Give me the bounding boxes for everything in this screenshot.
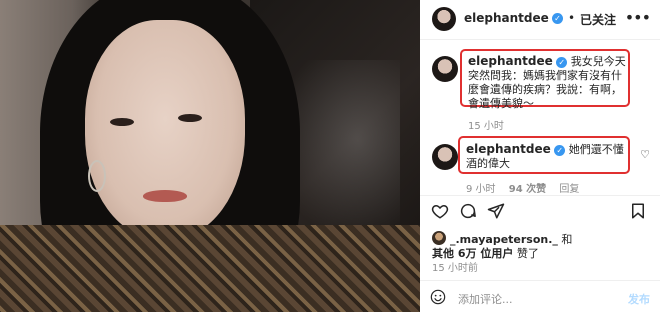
reply-button[interactable]: 回复 [559,184,579,195]
post-header: elephantdee ✓ • 已关注 ••• [420,0,660,40]
post-actions [420,198,660,224]
photo-eye-left [110,118,134,126]
comment-likes[interactable]: 94 次赞 [509,184,546,195]
photo-earring [88,160,106,192]
heart-icon [431,204,449,219]
share-button[interactable] [486,201,506,221]
comment-text: elephantdee ✓ 我女兒今天突然問我：媽媽我們家有沒有什麼會遺傳的疾病… [468,54,628,111]
comment-button[interactable] [458,201,478,221]
likes-and: 和 [561,233,573,246]
save-button[interactable] [628,201,648,221]
add-comment-input[interactable]: 添加评论... [458,291,513,307]
comment-username[interactable]: elephantdee [468,54,553,68]
comment-icon [460,203,476,219]
comment-like-heart-icon[interactable]: ♡ [640,148,650,161]
liker-avatar[interactable] [432,231,446,245]
comment-text: elephantdee ✓ 她們還不懂酒的偉大 [466,142,626,171]
post-comment-button[interactable]: 发布 [628,291,650,307]
comment-avatar[interactable] [432,144,458,170]
likes-summary: _.mayapeterson._ 和 其他 6万 位用户 赞了 [420,228,660,260]
bookmark-icon [632,203,644,219]
photo-coat [0,225,420,312]
like-button[interactable] [430,201,450,221]
post-timestamp[interactable]: 15 小时前 [432,259,478,274]
verified-badge-icon: ✓ [554,144,566,156]
comment-time: 9 小时 [466,184,496,195]
comment-avatar[interactable] [432,56,458,82]
post-side-panel: elephantdee ✓ • 已关注 ••• elephantdee ✓ 我女… [420,0,660,312]
following-button[interactable]: 已关注 [580,11,616,28]
likes-liked: 赞了 [516,247,539,260]
post-photo[interactable] [0,0,420,312]
comment-time: 15 小时 [468,121,504,132]
photo-face [85,20,245,240]
separator-dot: • [568,11,576,25]
share-icon [487,203,505,219]
photo-lips [143,190,187,202]
author-avatar[interactable] [432,7,456,31]
more-icon[interactable]: ••• [625,8,651,27]
photo-eye-right [178,114,202,122]
comment-meta: 9 小时 94 次赞 回复 [466,180,589,195]
add-comment-bar: 添加评论... 发布 [420,280,660,312]
verified-badge-icon: ✓ [552,13,563,24]
author-username[interactable]: elephantdee [464,11,549,25]
comment-username[interactable]: elephantdee [466,142,551,156]
emoji-icon[interactable] [430,289,446,305]
reply-comment: elephantdee ✓ 她們還不懂酒的偉大 ♡ 9 小时 94 次赞 回复 [420,136,660,196]
divider [420,195,660,196]
verified-badge-icon: ✓ [556,56,568,68]
